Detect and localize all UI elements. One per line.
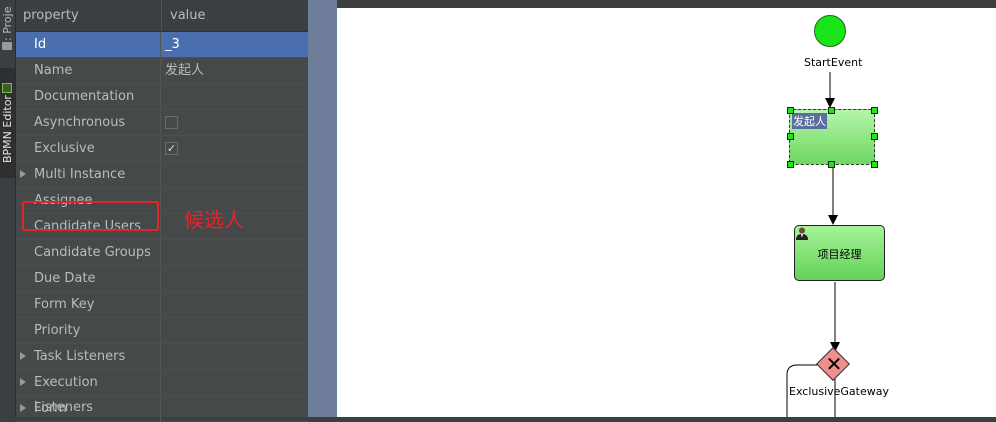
property-row-id[interactable]: Id _3 — [16, 32, 308, 58]
property-row-form[interactable]: Form — [16, 396, 308, 422]
expand-arrow-icon[interactable] — [20, 170, 26, 178]
task-project-manager-label: 项目经理 — [817, 248, 862, 261]
property-row-documentation[interactable]: Documentation — [16, 84, 308, 110]
property-value-priority[interactable] — [161, 318, 308, 343]
property-value-form-key[interactable] — [161, 292, 308, 317]
task-project-manager[interactable]: 项目经理 — [794, 225, 885, 281]
expand-arrow-icon[interactable] — [20, 352, 26, 360]
resize-handle[interactable] — [787, 161, 794, 168]
column-header-value[interactable]: value — [162, 0, 308, 31]
task-listeners-label: Task Listeners — [34, 349, 126, 364]
form-label: Form — [34, 401, 67, 416]
property-row-task-listeners[interactable]: Task Listeners — [16, 344, 308, 370]
property-name: Exclusive — [16, 136, 161, 161]
property-name: Asynchronous — [16, 110, 161, 135]
tool-window-strip: 1: Proje BPMN Editor — [0, 0, 16, 417]
exclusive-checkbox[interactable]: ✓ — [165, 142, 178, 155]
bpmn-editor-tab-label: BPMN Editor — [1, 95, 14, 164]
property-value-due-date[interactable] — [161, 266, 308, 291]
multi-instance-label: Multi Instance — [34, 167, 126, 182]
bpmn-icon — [2, 82, 13, 93]
expand-arrow-icon[interactable] — [20, 378, 26, 386]
bpmn-editor-tab[interactable]: BPMN Editor — [0, 68, 15, 178]
property-name: Multi Instance — [16, 162, 161, 187]
property-value-form — [161, 396, 308, 421]
property-value-documentation[interactable] — [161, 84, 308, 109]
property-value-exclusive: ✓ — [161, 136, 308, 161]
folder-icon — [2, 42, 12, 50]
task-initiator-label: 发起人 — [792, 113, 827, 129]
property-row-priority[interactable]: Priority — [16, 318, 308, 344]
properties-header: property value — [16, 0, 308, 32]
resize-handle[interactable] — [828, 161, 835, 168]
user-icon — [796, 227, 808, 240]
resize-handle[interactable] — [871, 107, 878, 114]
splitter[interactable] — [308, 0, 337, 417]
property-row-exclusive[interactable]: Exclusive ✓ — [16, 136, 308, 162]
property-row-asynchronous[interactable]: Asynchronous — [16, 110, 308, 136]
asynchronous-checkbox[interactable] — [165, 116, 178, 129]
property-value-candidate-groups[interactable] — [161, 240, 308, 265]
resize-handle[interactable] — [787, 107, 794, 114]
editor-tab-bar — [337, 0, 996, 8]
property-value-asynchronous — [161, 110, 308, 135]
column-header-property[interactable]: property — [16, 0, 162, 31]
property-name: Form — [16, 396, 161, 421]
flow-connectors — [786, 72, 840, 417]
resize-handle[interactable] — [828, 107, 835, 114]
property-row-multi-instance[interactable]: Multi Instance — [16, 162, 308, 188]
gateway-x-icon: ✕ — [825, 352, 843, 376]
expand-arrow-icon[interactable] — [20, 404, 26, 412]
resize-handle[interactable] — [871, 161, 878, 168]
property-value-task-listeners — [161, 344, 308, 369]
property-row-name[interactable]: Name 发起人 — [16, 58, 308, 84]
property-name: Candidate Groups — [16, 240, 161, 265]
resize-handle[interactable] — [787, 133, 794, 140]
property-name: Due Date — [16, 266, 161, 291]
property-row-execution-listeners[interactable]: Execution Listeners — [16, 370, 308, 415]
property-value-multi-instance — [161, 162, 308, 187]
property-name: Task Listeners — [16, 344, 161, 369]
property-name: Priority — [16, 318, 161, 343]
property-name: Form Key — [16, 292, 161, 317]
property-value-execution-listeners — [161, 370, 308, 395]
property-value-name[interactable]: 发起人 — [161, 58, 308, 83]
property-name: Name — [16, 58, 161, 83]
bpmn-canvas[interactable]: StartEvent 发起人 项目经理 ✕ ExclusiveGateway — [337, 8, 996, 417]
resize-handle[interactable] — [871, 133, 878, 140]
exclusive-gateway-label: ExclusiveGateway — [789, 385, 889, 398]
property-row-candidate-groups[interactable]: Candidate Groups — [16, 240, 308, 266]
property-value-id[interactable]: _3 — [161, 32, 308, 57]
start-event-label: StartEvent — [804, 56, 863, 69]
property-name: Execution Listeners — [16, 370, 161, 415]
task-initiator[interactable]: 发起人 — [789, 109, 875, 165]
property-row-form-key[interactable]: Form Key — [16, 292, 308, 318]
property-name: Documentation — [16, 84, 161, 109]
property-row-due-date[interactable]: Due Date — [16, 266, 308, 292]
property-name: Id — [16, 32, 161, 57]
candidate-annotation: 候选人 — [184, 208, 244, 232]
start-event[interactable] — [814, 15, 846, 47]
candidate-users-highlight — [22, 201, 159, 231]
